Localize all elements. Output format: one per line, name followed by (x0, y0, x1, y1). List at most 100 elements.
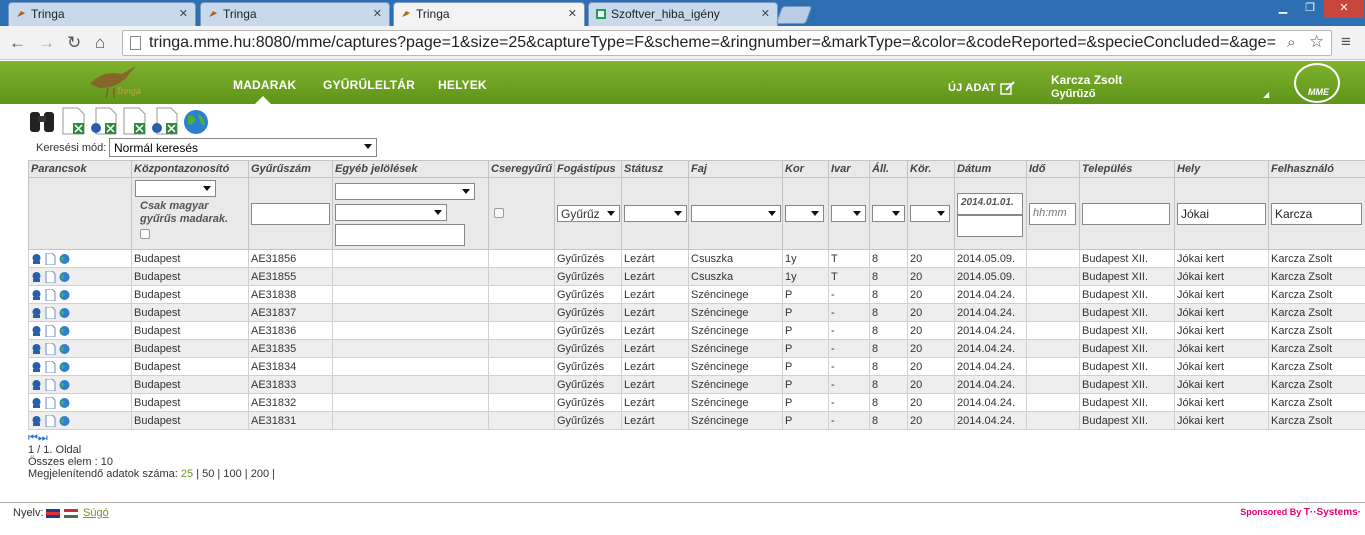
mark-type-select[interactable] (335, 183, 475, 200)
browser-tab-1[interactable]: Tringa ✕ (8, 2, 196, 26)
table-row[interactable]: Budapest AE31831 Gyűrűzés Lezárt Széncinege P… (28, 411, 1365, 430)
table-row[interactable]: Budapest AE31838 Gyűrűzés Lezárt Széncinege P… (28, 285, 1365, 304)
new-data-link[interactable]: ÚJ ADAT (948, 82, 996, 94)
col-header[interactable]: Dátum (954, 160, 1027, 178)
globe-icon[interactable] (59, 307, 70, 319)
col-header[interactable]: Fogástípus (554, 160, 622, 178)
last-page-icon[interactable]: ⏭ (38, 432, 48, 444)
zoom-icon[interactable]: ⌕ (1287, 34, 1295, 51)
mark-code-input[interactable] (335, 224, 465, 246)
age-select[interactable] (785, 205, 824, 222)
globe-icon[interactable] (59, 397, 70, 409)
page-size-100[interactable]: 100 (223, 468, 241, 480)
ring-number-input[interactable] (251, 203, 330, 225)
center-select[interactable] (135, 180, 216, 197)
document-icon[interactable] (45, 360, 56, 373)
document-icon[interactable] (45, 378, 56, 391)
bookmark-star-icon[interactable]: ☆ (1309, 32, 1324, 52)
address-bar[interactable]: tringa.mme.hu:8080/mme/captures?page=1&s… (122, 30, 1332, 56)
col-header[interactable]: Státusz (621, 160, 689, 178)
browser-tab-4[interactable]: Szoftver_hiba_igény ✕ (588, 2, 778, 26)
reload-icon[interactable]: ↻ (67, 33, 81, 53)
search-mode-select[interactable]: Normál keresés (109, 138, 377, 157)
bird-excel-export-icon[interactable] (90, 106, 118, 136)
table-row[interactable]: Budapest AE31837 Gyűrűzés Lezárt Széncinege P… (28, 303, 1365, 322)
table-row[interactable]: Budapest AE31856 Gyűrűzés Lezárt Csuszka 1y T 8… (28, 249, 1365, 268)
user-menu-arrow-icon[interactable]: ◢ (1263, 90, 1269, 99)
nav-gyuruleltar[interactable]: GYŰRŰLELTÁR (323, 78, 415, 92)
condition-select[interactable] (872, 205, 905, 222)
col-header[interactable]: Cseregyűrű (488, 160, 555, 178)
bird-details-icon[interactable] (31, 289, 42, 301)
menu-icon[interactable]: ≡ (1341, 32, 1351, 52)
col-header[interactable]: Áll. (869, 160, 908, 178)
edit-icon[interactable] (1000, 81, 1016, 95)
col-header[interactable]: Kor (782, 160, 829, 178)
help-link[interactable]: Súgó (83, 507, 109, 519)
page-size-200[interactable]: 200 (251, 468, 269, 480)
window-close-icon[interactable]: ✕ (1324, 0, 1364, 18)
bird-details-icon[interactable] (31, 415, 42, 427)
bird-details-icon[interactable] (31, 325, 42, 337)
col-header[interactable]: Település (1079, 160, 1175, 178)
circumstance-select[interactable] (910, 205, 950, 222)
browser-tab-3[interactable]: Tringa ✕ (393, 2, 585, 26)
date-to-input[interactable] (957, 215, 1023, 237)
nav-madarak[interactable]: MADARAK (233, 78, 296, 92)
browser-tab-2[interactable]: Tringa ✕ (200, 2, 390, 26)
globe-icon[interactable] (59, 253, 70, 265)
table-row[interactable]: Budapest AE31833 Gyűrűzés Lezárt Széncinege P… (28, 375, 1365, 394)
document-icon[interactable] (45, 306, 56, 319)
globe-icon[interactable] (59, 361, 70, 373)
minimize-icon[interactable]: ▁ (1270, 0, 1296, 18)
col-header[interactable]: Idő (1026, 160, 1080, 178)
home-icon[interactable]: ⌂ (95, 33, 105, 53)
mark-color-select[interactable] (335, 204, 447, 221)
bird-details-icon[interactable] (31, 379, 42, 391)
col-header[interactable]: Egyéb jelölések (332, 160, 489, 178)
col-header[interactable]: Faj (688, 160, 783, 178)
status-select[interactable] (624, 205, 687, 222)
document-icon[interactable] (45, 342, 56, 355)
col-header[interactable]: Hely (1174, 160, 1269, 178)
table-row[interactable]: Budapest AE31835 Gyűrűzés Lezárt Széncinege P… (28, 339, 1365, 358)
col-header[interactable]: Gyűrűszám (248, 160, 333, 178)
table-row[interactable]: Budapest AE31832 Gyűrűzés Lezárt Széncinege P… (28, 393, 1365, 412)
globe-icon[interactable] (59, 271, 70, 283)
close-tab-icon[interactable]: ✕ (761, 7, 770, 20)
globe-icon[interactable] (59, 415, 70, 427)
back-icon[interactable]: ← (9, 33, 26, 53)
col-header[interactable]: Kör. (907, 160, 955, 178)
page-size-25[interactable]: 25 (181, 468, 193, 480)
hungarian-flag-icon[interactable] (64, 509, 78, 518)
globe-icon[interactable] (59, 325, 70, 337)
document-icon[interactable] (45, 288, 56, 301)
table-row[interactable]: Budapest AE31834 Gyűrűzés Lezárt Széncinege P… (28, 357, 1365, 376)
bird-excel-export-alt-icon[interactable] (151, 106, 179, 136)
bird-details-icon[interactable] (31, 343, 42, 355)
document-icon[interactable] (45, 396, 56, 409)
new-tab-button[interactable] (775, 6, 813, 24)
settlement-input[interactable] (1082, 203, 1170, 225)
bird-details-icon[interactable] (31, 397, 42, 409)
sex-select[interactable] (831, 205, 866, 222)
bird-details-icon[interactable] (31, 361, 42, 373)
document-icon[interactable] (45, 270, 56, 283)
date-from-input[interactable]: 2014.01.01. (957, 193, 1023, 215)
document-icon[interactable] (45, 252, 56, 265)
english-flag-icon[interactable] (46, 509, 60, 518)
close-tab-icon[interactable]: ✕ (568, 7, 577, 20)
user-name[interactable]: Karcza Zsolt (1051, 73, 1122, 87)
excel-export-icon[interactable] (60, 106, 88, 136)
close-tab-icon[interactable]: ✕ (179, 7, 188, 20)
species-select[interactable] (691, 205, 781, 222)
hungarian-only-checkbox[interactable] (140, 229, 150, 239)
binoculars-icon[interactable] (28, 106, 56, 136)
globe-icon[interactable] (59, 379, 70, 391)
col-header[interactable]: Központazonosító (131, 160, 249, 178)
replacement-ring-checkbox[interactable] (494, 208, 504, 218)
globe-icon[interactable] (59, 289, 70, 301)
time-input[interactable]: hh:mm (1029, 203, 1076, 225)
col-header[interactable]: Felhasználó (1268, 160, 1365, 178)
place-input[interactable]: Jókai (1177, 203, 1266, 225)
